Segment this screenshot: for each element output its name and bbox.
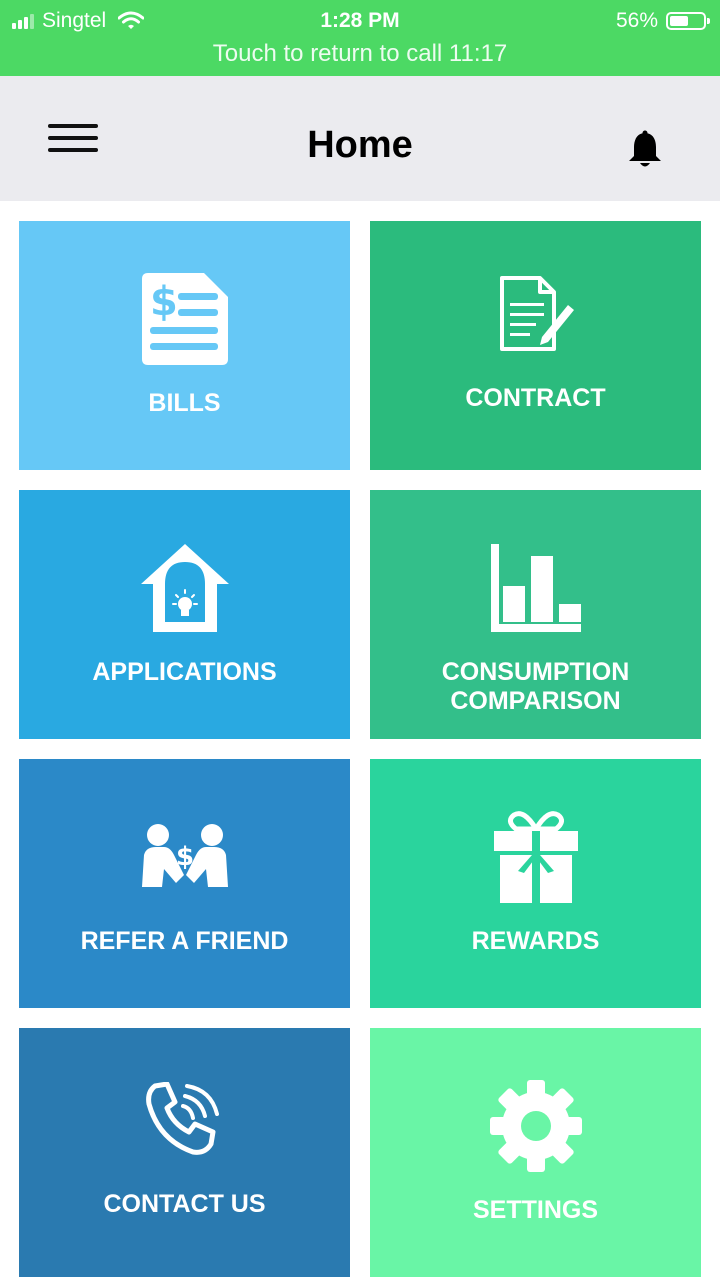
- tile-contact-us[interactable]: CONTACT US: [19, 1028, 350, 1277]
- clock: 1:28 PM: [320, 9, 400, 32]
- bill-icon: $: [141, 273, 228, 365]
- tile-label-contact-us: CONTACT US: [103, 1190, 266, 1218]
- tile-label-settings: SETTINGS: [472, 1196, 598, 1224]
- tile-label-rewards: REWARDS: [471, 927, 600, 955]
- page-title: Home: [307, 124, 413, 166]
- tile-refer-a-friend[interactable]: $ REFER A FRIEND: [19, 759, 350, 1008]
- tile-label-bills: BILLS: [148, 389, 221, 417]
- tile-label-consumption-comparison: CONSUMPTION COMPARISON: [441, 658, 630, 715]
- tile-applications[interactable]: APPLICATIONS: [19, 490, 350, 739]
- gift-icon: [493, 811, 578, 903]
- svg-text:$: $: [150, 279, 178, 325]
- tile-rewards[interactable]: REWARDS: [370, 759, 701, 1008]
- tile-bills[interactable]: $ BILLS: [19, 221, 350, 470]
- tile-label-contract: CONTRACT: [465, 384, 606, 412]
- bar-chart-icon: [490, 544, 581, 632]
- contract-icon: [499, 276, 574, 351]
- tile-label-refer-a-friend: REFER A FRIEND: [80, 927, 289, 955]
- tile-contract[interactable]: CONTRACT: [370, 221, 701, 470]
- tile-consumption-comparison[interactable]: CONSUMPTION COMPARISON: [370, 490, 701, 739]
- tile-label-applications: APPLICATIONS: [92, 658, 277, 686]
- house-lightbulb-icon: [140, 544, 229, 632]
- svg-text:$: $: [175, 842, 193, 872]
- return-to-call-banner[interactable]: Touch to return to call 11:17: [0, 40, 720, 68]
- phone-icon: [145, 1082, 219, 1155]
- status-bar: Singtel 1:28 PM 56% Touch to return to c…: [0, 0, 720, 76]
- battery-percentage: 56%: [615, 9, 658, 32]
- app-header: Home: [0, 76, 720, 201]
- tile-settings[interactable]: SETTINGS: [370, 1028, 701, 1277]
- bell-icon[interactable]: [626, 130, 664, 170]
- refer-friend-icon: $: [141, 824, 228, 887]
- gear-icon: [489, 1080, 582, 1172]
- battery-icon: [666, 12, 710, 30]
